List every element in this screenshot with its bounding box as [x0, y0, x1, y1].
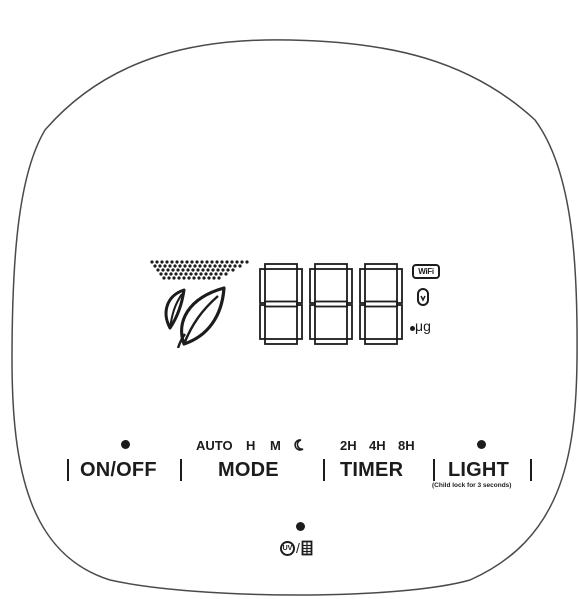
digit-segment	[346, 268, 353, 304]
light-indicator-dot	[477, 440, 486, 449]
mode-m-indicator: M	[270, 438, 281, 453]
digit-segment	[259, 304, 266, 340]
uv-icon: UV	[280, 540, 295, 556]
uv-button[interactable]: UV /	[280, 540, 313, 556]
leaf-fan-icon	[150, 260, 249, 348]
digit-segment	[396, 268, 403, 304]
digit-segment	[314, 263, 348, 270]
digit-segment	[364, 263, 398, 270]
digit-segment	[259, 268, 266, 304]
digit-segment	[264, 300, 298, 308]
digit-segment	[346, 304, 353, 340]
moon-icon	[294, 439, 304, 451]
filter-grid-icon	[301, 540, 313, 556]
digit-segment	[296, 268, 303, 304]
digit-segment	[309, 304, 316, 340]
onoff-button[interactable]: ON/OFF	[80, 459, 157, 482]
digit-segment	[314, 338, 348, 345]
wifi-label: WiFi	[418, 267, 434, 276]
digit-segment	[264, 338, 298, 345]
timer-4h-indicator: 4H	[369, 438, 386, 453]
child-lock-hint: (Child lock for 3 seconds)	[432, 482, 512, 489]
digit-segment	[296, 304, 303, 340]
digit-segment	[396, 304, 403, 340]
uv-separator: /	[296, 540, 300, 556]
onoff-indicator-dot	[121, 440, 130, 449]
mode-auto-indicator: AUTO	[196, 438, 233, 453]
separator	[67, 459, 69, 481]
digit-segment	[359, 268, 366, 304]
pm-readout	[259, 263, 403, 345]
mode-button[interactable]: MODE	[218, 459, 279, 482]
uv-icon-label: UV	[282, 544, 293, 552]
separator	[433, 459, 435, 481]
mode-h-indicator: H	[246, 438, 256, 453]
timer-8h-indicator: 8H	[398, 438, 415, 453]
digit-segment	[264, 263, 298, 270]
timer-button[interactable]: TIMER	[340, 459, 403, 482]
digit-segment	[314, 300, 348, 308]
digit-segment	[364, 338, 398, 345]
separator	[323, 459, 325, 481]
timer-2h-indicator: 2H	[340, 438, 357, 453]
digit-segment	[364, 300, 398, 308]
uv-indicator-dot	[296, 522, 305, 531]
unit-label: μg	[415, 318, 431, 334]
purifier-control-panel: 888 WiFi μg AUTO H M 2H 4H 8H ON/OFF MOD…	[0, 0, 579, 599]
separator	[530, 459, 532, 481]
sensor-dots-icon	[150, 260, 249, 280]
filter-icon	[417, 288, 429, 306]
light-button[interactable]: LIGHT	[448, 459, 509, 482]
digit-segment	[309, 268, 316, 304]
wifi-icon: WiFi	[412, 264, 440, 279]
separator	[180, 459, 182, 481]
digit-segment	[359, 304, 366, 340]
